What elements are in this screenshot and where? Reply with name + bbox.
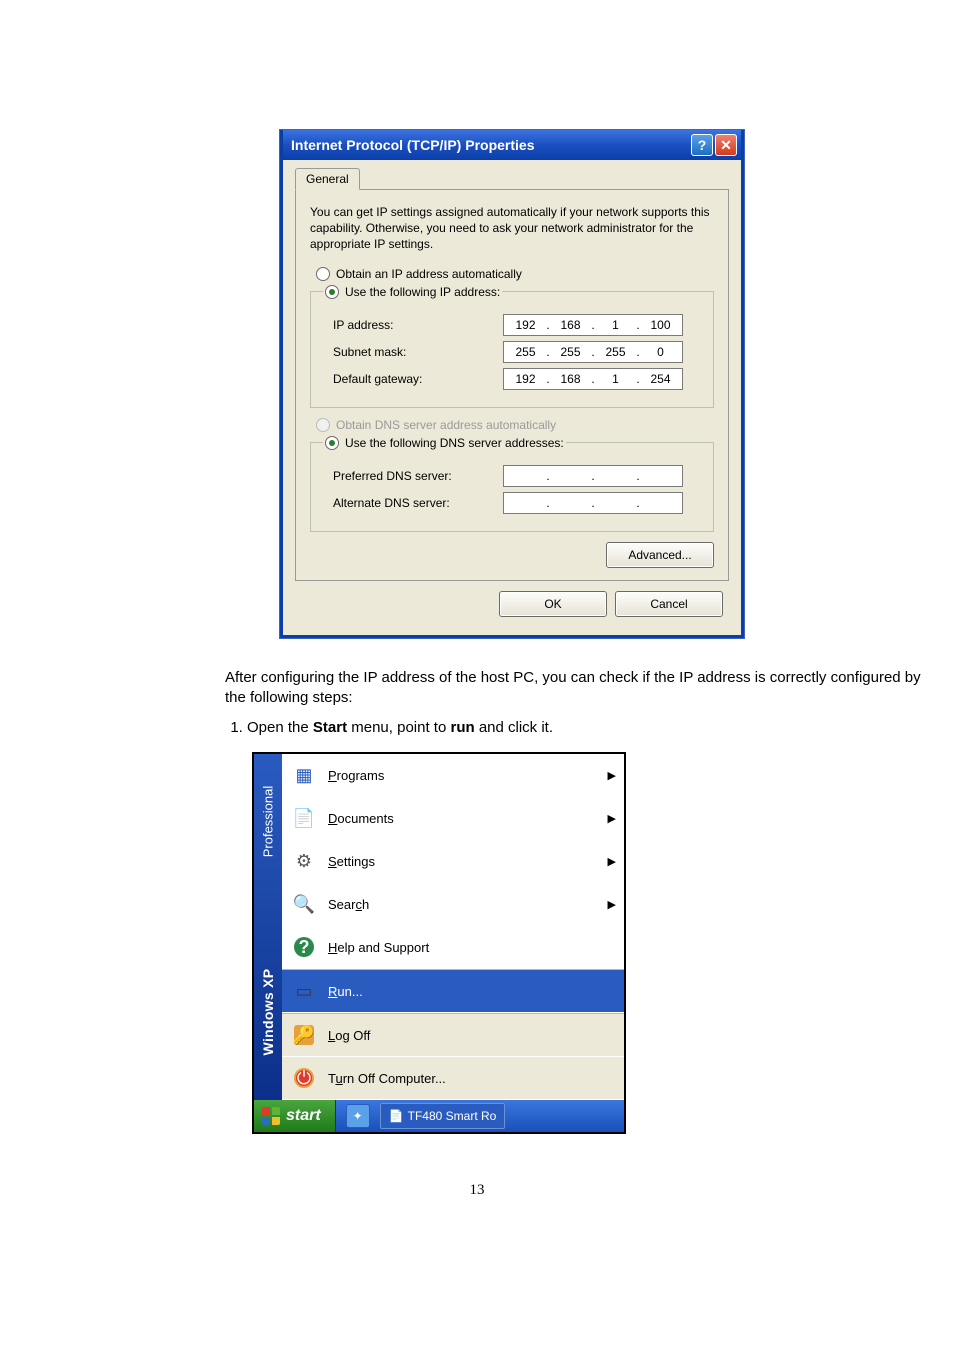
tab-general[interactable]: General <box>295 168 360 190</box>
ip-address-input[interactable]: 192. 168. 1. 100 <box>503 314 683 336</box>
subnet-mask-label: Subnet mask: <box>323 345 503 359</box>
help-icon[interactable]: ? <box>691 134 713 156</box>
menu-label: Search <box>328 897 369 912</box>
search-icon: 🔍 <box>290 890 318 918</box>
default-gateway-label: Default gateway: <box>323 372 503 386</box>
tcpip-properties-dialog: Internet Protocol (TCP/IP) Properties ? … <box>280 130 744 638</box>
default-gateway-input[interactable]: 192. 168. 1. 254 <box>503 368 683 390</box>
menu-item-turnoff[interactable]: ⏻ Turn Off Computer... <box>282 1057 624 1100</box>
menu-item-programs[interactable]: ▦ Programs ▶ <box>282 754 624 797</box>
brand-text-windows-xp: Windows XP <box>260 969 276 1056</box>
start-button[interactable]: start <box>254 1100 336 1132</box>
radio-icon <box>316 267 330 281</box>
menu-item-run[interactable]: ▭ Run... <box>282 969 624 1013</box>
quick-launch-icon[interactable]: ✦ <box>346 1104 370 1128</box>
radio-obtain-dns-auto: Obtain DNS server address automatically <box>316 418 714 432</box>
chevron-right-icon: ▶ <box>608 855 616 868</box>
radio-icon <box>316 418 330 432</box>
alternate-dns-input[interactable]: . . . <box>503 492 683 514</box>
advanced-button[interactable]: Advanced... <box>606 542 714 568</box>
radio-icon <box>325 285 339 299</box>
menu-label: Settings <box>328 854 375 869</box>
start-menu: Professional Windows XP ▦ Programs ▶ 📄 D… <box>252 752 626 1134</box>
settings-icon: ⚙ <box>290 847 318 875</box>
tab-panel-general: You can get IP settings assigned automat… <box>295 189 729 581</box>
dialog-title: Internet Protocol (TCP/IP) Properties <box>291 137 689 153</box>
menu-label: Programs <box>328 768 384 783</box>
paragraph: After configuring the IP address of the … <box>225 668 925 709</box>
preferred-dns-input[interactable]: . . . <box>503 465 683 487</box>
start-label: start <box>286 1107 321 1125</box>
menu-label: Help and Support <box>328 940 429 955</box>
start-menu-brand-bar: Professional Windows XP <box>254 754 282 1100</box>
menu-label: Run... <box>328 984 363 999</box>
preferred-dns-label: Preferred DNS server: <box>323 469 503 483</box>
description-text: You can get IP settings assigned automat… <box>310 204 714 253</box>
help-icon: ? <box>290 933 318 961</box>
logoff-icon: 🔑 <box>290 1021 318 1049</box>
ok-button[interactable]: OK <box>499 591 607 617</box>
menu-item-logoff[interactable]: 🔑 Log Off <box>282 1013 624 1057</box>
alternate-dns-label: Alternate DNS server: <box>323 496 503 510</box>
radio-obtain-ip-auto[interactable]: Obtain an IP address automatically <box>316 267 714 281</box>
menu-label: Log Off <box>328 1028 370 1043</box>
run-icon: ▭ <box>290 977 318 1005</box>
radio-label: Obtain DNS server address automatically <box>336 418 556 432</box>
chevron-right-icon: ▶ <box>608 898 616 911</box>
radio-use-dns[interactable]: Use the following DNS server addresses: <box>325 436 564 450</box>
dns-group: Use the following DNS server addresses: … <box>310 436 714 532</box>
menu-item-documents[interactable]: 📄 Documents ▶ <box>282 797 624 840</box>
programs-icon: ▦ <box>290 761 318 789</box>
menu-item-search[interactable]: 🔍 Search ▶ <box>282 883 624 926</box>
ip-address-group: Use the following IP address: IP address… <box>310 285 714 408</box>
instruction-text: After configuring the IP address of the … <box>225 668 925 739</box>
radio-label: Obtain an IP address automatically <box>336 267 522 281</box>
taskbar-label: TF480 Smart Ro <box>408 1109 497 1123</box>
word-doc-icon: 📄 <box>389 1109 404 1123</box>
windows-logo-icon <box>262 1107 280 1125</box>
ip-address-label: IP address: <box>323 318 503 332</box>
close-icon[interactable]: ✕ <box>715 134 737 156</box>
radio-use-ip[interactable]: Use the following IP address: <box>325 285 500 299</box>
menu-label: Turn Off Computer... <box>328 1071 446 1086</box>
chevron-right-icon: ▶ <box>608 769 616 782</box>
taskbar: start ✦ 📄 TF480 Smart Ro <box>254 1100 624 1132</box>
radio-icon <box>325 436 339 450</box>
shutdown-icon: ⏻ <box>290 1064 318 1092</box>
radio-label: Use the following IP address: <box>345 285 500 299</box>
cancel-button[interactable]: Cancel <box>615 591 723 617</box>
brand-text-professional: Professional <box>261 786 276 858</box>
titlebar: Internet Protocol (TCP/IP) Properties ? … <box>283 130 741 160</box>
menu-item-settings[interactable]: ⚙ Settings ▶ <box>282 840 624 883</box>
menu-label: Documents <box>328 811 394 826</box>
taskbar-item[interactable]: 📄 TF480 Smart Ro <box>380 1103 506 1129</box>
page-number: 13 <box>0 1182 954 1199</box>
menu-item-help[interactable]: ? Help and Support <box>282 926 624 969</box>
radio-label: Use the following DNS server addresses: <box>345 436 564 450</box>
step-1: Open the Start menu, point to run and cl… <box>247 718 925 738</box>
documents-icon: 📄 <box>290 804 318 832</box>
chevron-right-icon: ▶ <box>608 812 616 825</box>
subnet-mask-input[interactable]: 255. 255. 255. 0 <box>503 341 683 363</box>
